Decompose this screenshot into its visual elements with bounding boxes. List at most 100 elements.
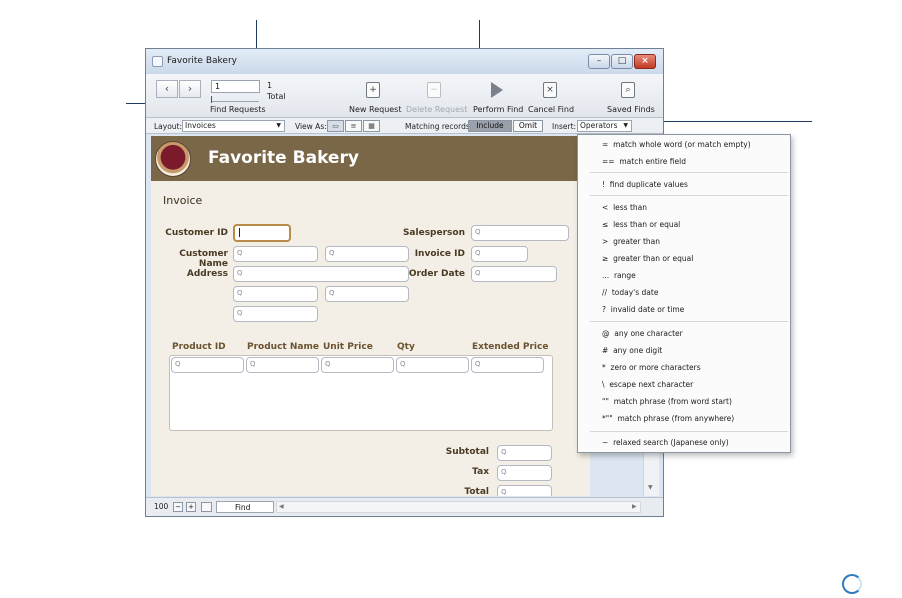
cancel-find-icon[interactable]: × (543, 82, 557, 98)
perform-find-button[interactable]: Perform Find (473, 105, 523, 114)
toggle-toolbar-icon[interactable] (201, 502, 212, 512)
zoom-level[interactable]: 100 (154, 502, 168, 511)
list-view-button[interactable]: ≡ (345, 120, 362, 132)
view-as-label: View As: (295, 122, 327, 131)
search-icon: Q (237, 289, 243, 297)
saved-finds-icon[interactable]: ⌕ (621, 82, 635, 98)
menu-separator (590, 431, 788, 432)
operator-symbol: ≤ (602, 220, 609, 229)
salesperson-field[interactable]: Q (471, 225, 569, 241)
new-request-button[interactable]: New Request (349, 105, 402, 114)
layout-dropdown[interactable]: Invoices ▼ (182, 120, 285, 132)
close-button[interactable]: × (634, 54, 656, 69)
mode-indicator[interactable]: Find (216, 501, 274, 513)
menu-item-invalid-date[interactable]: ? invalid date or time (602, 305, 684, 314)
zoom-out-button[interactable]: − (173, 502, 183, 512)
record-slider-thumb[interactable] (211, 96, 212, 103)
menu-item-find-duplicates[interactable]: ! find duplicate values (602, 180, 688, 189)
address-city-field[interactable]: Q (233, 286, 318, 302)
layout-dropdown-value: Invoices (185, 121, 216, 130)
tax-field[interactable]: Q (497, 465, 552, 481)
menu-item-todays-date[interactable]: // today's date (602, 288, 658, 297)
menu-item-zero-or-more[interactable]: * zero or more characters (602, 363, 701, 372)
minimize-button[interactable]: – (588, 54, 610, 69)
menu-item-any-one-digit[interactable]: # any one digit (602, 346, 662, 355)
record-number-field[interactable]: 1 (211, 80, 260, 93)
operator-description: match phrase (from word start) (613, 397, 732, 406)
invoice-id-label: Invoice ID (414, 249, 465, 259)
bakery-logo (155, 141, 191, 177)
table-view-button[interactable]: ▦ (363, 120, 380, 132)
bakery-header: Favorite Bakery (151, 136, 590, 181)
menu-item-any-one-character[interactable]: @ any one character (602, 329, 683, 338)
search-icon: Q (329, 289, 335, 297)
customer-first-name-field[interactable]: Q (233, 246, 318, 262)
scroll-right-arrow-icon[interactable]: ▶ (632, 503, 637, 510)
next-record-button[interactable]: › (179, 80, 201, 98)
column-header-unit-price: Unit Price (323, 342, 373, 352)
column-header-product-name: Product Name (247, 342, 319, 352)
new-request-icon[interactable]: + (366, 82, 380, 98)
scroll-left-arrow-icon[interactable]: ◀ (279, 503, 284, 510)
column-header-product-id: Product ID (172, 342, 226, 352)
operator-symbol: ... (602, 271, 610, 280)
operator-symbol: # (602, 346, 609, 355)
saved-finds-button[interactable]: Saved Finds (607, 105, 655, 114)
perform-find-icon[interactable] (491, 82, 503, 98)
subtotal-label: Subtotal (445, 447, 489, 457)
address-label: Address (186, 269, 228, 279)
menu-item-match-phrase-anywhere[interactable]: *"" match phrase (from anywhere) (602, 414, 734, 423)
menu-item-less-than[interactable]: < less than (602, 203, 647, 212)
menu-item-range[interactable]: ... range (602, 271, 636, 280)
record-slider[interactable] (211, 96, 259, 103)
omit-button[interactable]: Omit (513, 120, 543, 132)
subtotal-field[interactable]: Q (497, 445, 552, 461)
unit-price-field[interactable]: Q (321, 357, 394, 373)
address-zip-field[interactable]: Q (233, 306, 318, 322)
menu-item-match-whole-word[interactable]: = match whole word (or match empty) (602, 140, 751, 149)
maximize-button[interactable]: □ (611, 54, 633, 69)
menu-item-match-phrase-word-start[interactable]: "" match phrase (from word start) (602, 397, 732, 406)
operator-symbol: > (602, 237, 609, 246)
total-label-field: Total (464, 487, 489, 496)
operator-description: range (613, 271, 636, 280)
total-field[interactable]: Q (497, 485, 552, 496)
menu-item-relaxed-search[interactable]: ~ relaxed search (Japanese only) (602, 438, 729, 447)
total-label: Total (267, 92, 286, 101)
operator-symbol: == (602, 157, 615, 166)
zoom-in-button[interactable]: + (186, 502, 196, 512)
search-icon: Q (237, 269, 243, 277)
invoice-id-field[interactable]: Q (471, 246, 528, 262)
scroll-down-arrow-icon[interactable]: ▼ (648, 484, 653, 491)
operator-symbol: @ (602, 329, 610, 338)
address-state-field[interactable]: Q (325, 286, 409, 302)
product-name-field[interactable]: Q (246, 357, 319, 373)
qty-field[interactable]: Q (396, 357, 469, 373)
menu-item-greater-than-or-equal[interactable]: ≥ greater than or equal (602, 254, 693, 263)
operator-symbol: ~ (602, 438, 609, 447)
include-button[interactable]: Include (468, 120, 512, 132)
insert-operators-dropdown[interactable]: Operators ▼ (577, 120, 632, 132)
cancel-find-button[interactable]: Cancel Find (528, 105, 574, 114)
menu-item-escape-next[interactable]: \ escape next character (602, 380, 693, 389)
delete-request-button: Delete Request (406, 105, 468, 114)
menu-item-less-than-or-equal[interactable]: ≤ less than or equal (602, 220, 680, 229)
search-icon: Q (501, 468, 507, 476)
extended-price-field[interactable]: Q (471, 357, 544, 373)
menu-separator (590, 321, 788, 322)
operator-description: relaxed search (Japanese only) (613, 438, 729, 447)
operator-description: any one character (614, 329, 683, 338)
text-caret (239, 228, 240, 237)
horizontal-scrollbar[interactable]: ◀ ▶ (276, 501, 641, 513)
order-date-field[interactable]: Q (471, 266, 557, 282)
form-view-button[interactable]: ▭ (327, 120, 344, 132)
operator-description: match entire field (619, 157, 686, 166)
previous-record-button[interactable]: ‹ (156, 80, 178, 98)
product-id-field[interactable]: Q (171, 357, 244, 373)
customer-id-field[interactable] (233, 224, 291, 242)
chevron-down-icon: ▼ (623, 122, 628, 129)
column-header-qty: Qty (397, 342, 415, 352)
menu-item-match-entire-field[interactable]: == match entire field (602, 157, 686, 166)
menu-item-greater-than[interactable]: > greater than (602, 237, 660, 246)
operator-description: escape next character (609, 380, 694, 389)
